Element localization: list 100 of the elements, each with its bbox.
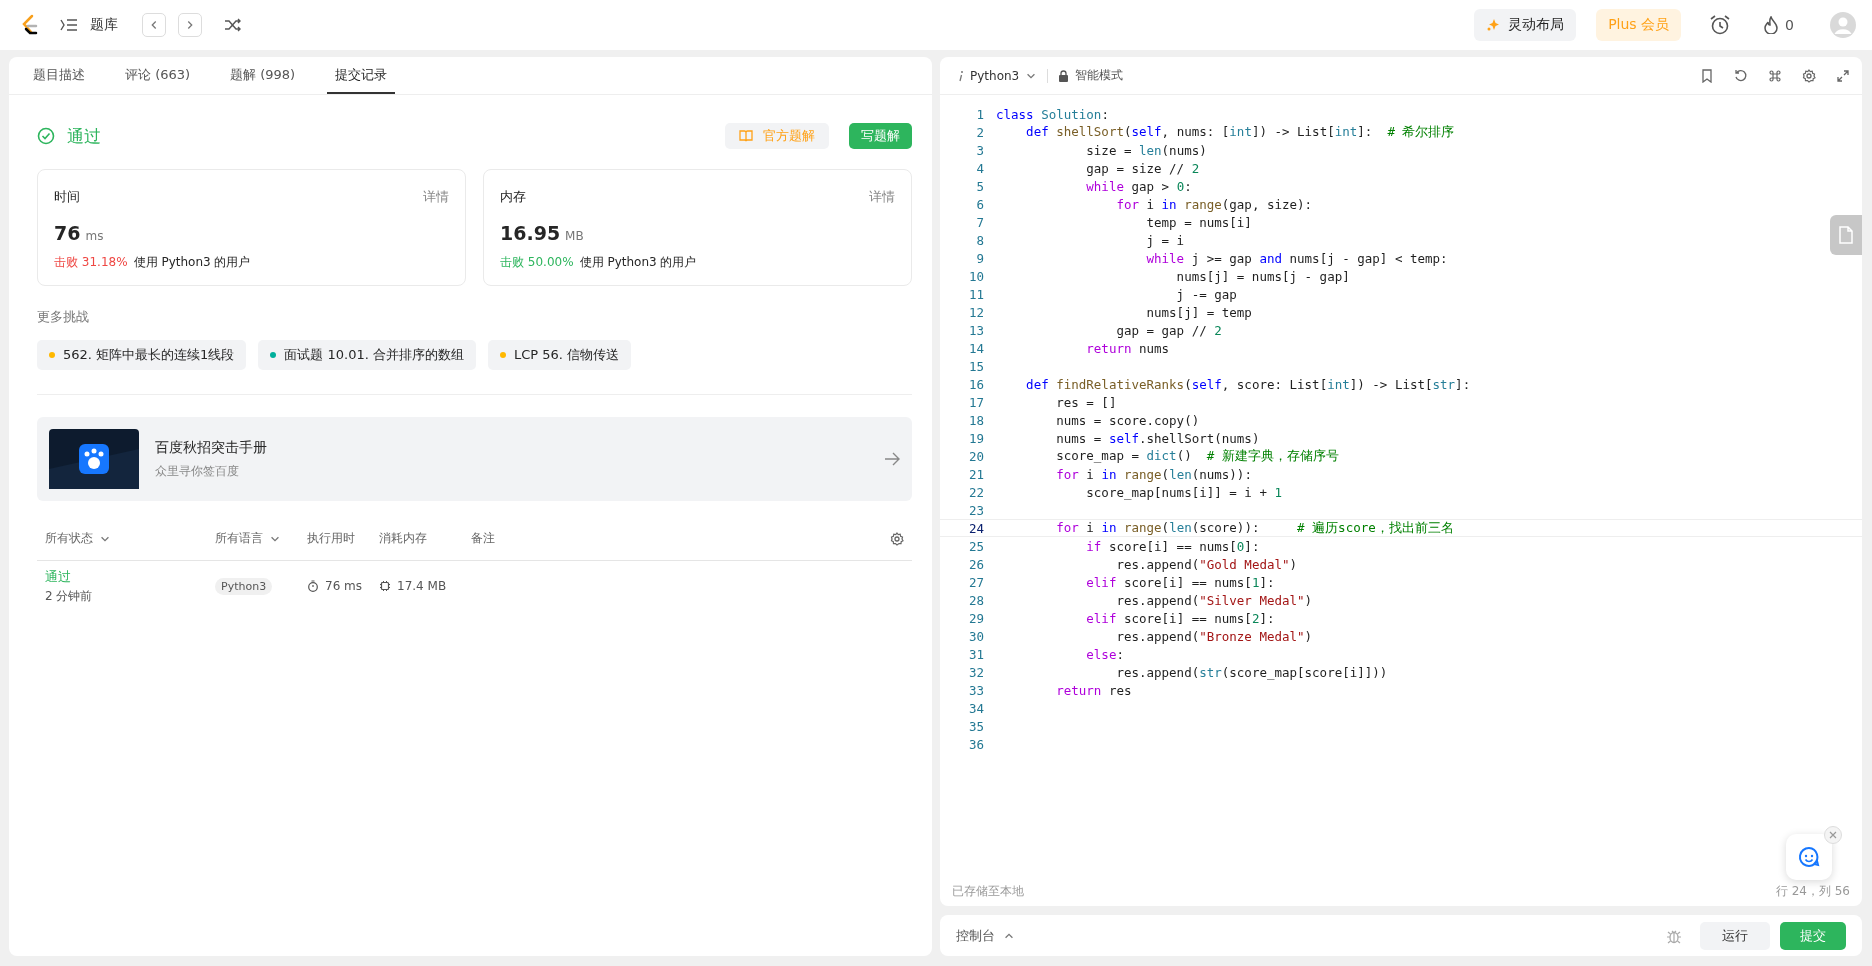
language-dropdown[interactable]: Python3 (958, 68, 1038, 83)
save-status: 已存储至本地 (952, 882, 1024, 900)
line-number: 25 (967, 538, 984, 554)
line-number: 8 (975, 232, 984, 248)
chat-assistant-button[interactable] (1786, 834, 1832, 880)
line-number: 32 (967, 664, 984, 680)
code-line: score_map[nums[i]] = i + 1 (1085, 484, 1282, 500)
beat-percentage: 击败 50.00% (500, 254, 574, 271)
line-number: 27 (967, 574, 984, 590)
line-number: 24 (967, 520, 984, 536)
code-line: res.append(str(score_map[score[i]])) (1115, 664, 1388, 680)
flame-icon[interactable] (1763, 16, 1780, 34)
close-icon[interactable] (1824, 826, 1842, 844)
line-number: 29 (967, 610, 984, 626)
challenge-chip[interactable]: 面试题 10.01. 合并排序的数组 (258, 340, 476, 370)
settings-icon[interactable] (1802, 68, 1816, 83)
line-number: 22 (967, 484, 984, 500)
code-line: nums[j] = temp (1145, 304, 1252, 320)
command-key-icon[interactable] (1768, 68, 1782, 83)
stat-unit: MB (565, 229, 584, 243)
tab[interactable]: 题目描述 (25, 57, 93, 94)
challenge-title: LCP 56. 信物传送 (514, 346, 620, 364)
code-line: score_map = dict() # 新建字典，存储序号 (1055, 447, 1339, 465)
code-line: gap = gap // 2 (1115, 322, 1222, 338)
logo-icon[interactable] (20, 14, 40, 36)
code-line: for i in range(len(score)): # 遍历score，找出前三名 (1055, 519, 1454, 537)
stat-unit: ms (85, 229, 104, 243)
code-line: for i in range(len(nums)): (1055, 466, 1252, 482)
card-title: 内存 (500, 188, 526, 206)
next-button[interactable] (178, 13, 202, 37)
tab[interactable]: 题解 (998) (222, 57, 304, 94)
layout-button[interactable]: 灵动布局 (1474, 9, 1577, 41)
bookmark-icon[interactable] (1700, 68, 1714, 83)
code-line: def findRelativeRanks(self, score: List[int]) -> List[str]: (1025, 376, 1471, 392)
line-number: 36 (967, 736, 984, 752)
code-line: j -= gap (1175, 286, 1237, 302)
line-number: 4 (975, 160, 984, 176)
line-number: 14 (967, 340, 984, 356)
filter-dropdown[interactable]: 所有状态 (45, 530, 111, 547)
arrow-right-icon (884, 452, 900, 466)
tab[interactable]: 评论 (663) (117, 57, 199, 94)
sparkle-icon (1486, 18, 1501, 32)
line-number: 11 (967, 286, 984, 302)
settings-icon[interactable] (890, 531, 904, 546)
check-circle-icon (37, 127, 55, 145)
column-header: 执行用时 (307, 530, 355, 547)
code-line: nums[j] = nums[j - gap] (1175, 268, 1350, 284)
code-line: for i in range(gap, size): (1115, 196, 1313, 212)
line-number: 28 (967, 592, 984, 608)
status-label: 通过 (67, 124, 101, 148)
code-line: def shellSort(self, nums: [int]) -> List[int]: # 希尔排序 (1025, 123, 1455, 141)
challenge-title: 面试题 10.01. 合并排序的数组 (284, 346, 464, 364)
reset-icon[interactable] (1734, 68, 1748, 83)
line-number: 12 (967, 304, 984, 320)
details-link[interactable]: 详情 (869, 188, 895, 206)
code-line: j = i (1145, 232, 1185, 248)
language-tag: Python3 (215, 578, 273, 595)
filter-dropdown[interactable]: 所有语言 (215, 530, 281, 547)
line-number: 35 (967, 718, 984, 734)
line-number: 3 (975, 142, 984, 158)
section-title: 更多挑战 (37, 308, 90, 326)
line-number: 13 (967, 322, 984, 338)
run-button[interactable]: 运行 (1700, 921, 1770, 950)
challenge-title: 562. 矩阵中最长的连续1线段 (63, 346, 235, 364)
line-number: 20 (967, 448, 984, 464)
code-line: else: (1085, 646, 1124, 662)
promo-banner[interactable]: 百度秋招突击手册 众里寻你签百度 (37, 417, 912, 501)
line-number: 33 (967, 682, 984, 698)
mode-label: 智能模式 (1075, 67, 1124, 84)
code-line: class Solution: (996, 106, 1109, 122)
code-line: res.append("Gold Medal") (1115, 556, 1298, 572)
code-line: temp = nums[i] (1145, 214, 1252, 230)
list-icon[interactable] (60, 17, 78, 33)
code-line: if score[i] == nums[0]: (1085, 538, 1260, 554)
lock-icon (1058, 69, 1070, 82)
beat-description: 使用 Python3 的用户 (579, 254, 697, 271)
line-number: 26 (967, 556, 984, 572)
line-number: 21 (967, 466, 984, 482)
column-header: 消耗内存 (379, 530, 427, 547)
challenge-chip[interactable]: LCP 56. 信物传送 (488, 340, 632, 370)
console-toggle[interactable]: 控制台 (956, 926, 1015, 945)
line-number: 17 (967, 394, 984, 410)
stat-value: 76 (54, 222, 81, 244)
shuffle-icon[interactable] (224, 17, 242, 33)
code-line: nums = score.copy() (1055, 412, 1200, 428)
banner-title: 百度秋招突击手册 (155, 438, 268, 457)
line-number: 31 (967, 646, 984, 662)
code-line: res.append("Silver Medal") (1115, 592, 1313, 608)
line-number: 10 (967, 268, 984, 284)
code-line: return res (1055, 682, 1132, 698)
line-number: 6 (975, 196, 984, 212)
expand-icon[interactable] (1836, 68, 1850, 83)
submission-time: 2 分钟前 (45, 587, 94, 605)
problem-bank-link[interactable]: 题库 (90, 16, 118, 34)
challenge-chip[interactable]: 562. 矩阵中最长的连续1线段 (37, 340, 247, 370)
details-link[interactable]: 详情 (423, 188, 449, 206)
alarm-clock-icon[interactable] (1709, 14, 1732, 36)
cursor-position: 行 24，列 56 (1775, 882, 1850, 900)
column-header: 备注 (471, 530, 495, 547)
tab[interactable]: 提交记录 (327, 57, 396, 94)
